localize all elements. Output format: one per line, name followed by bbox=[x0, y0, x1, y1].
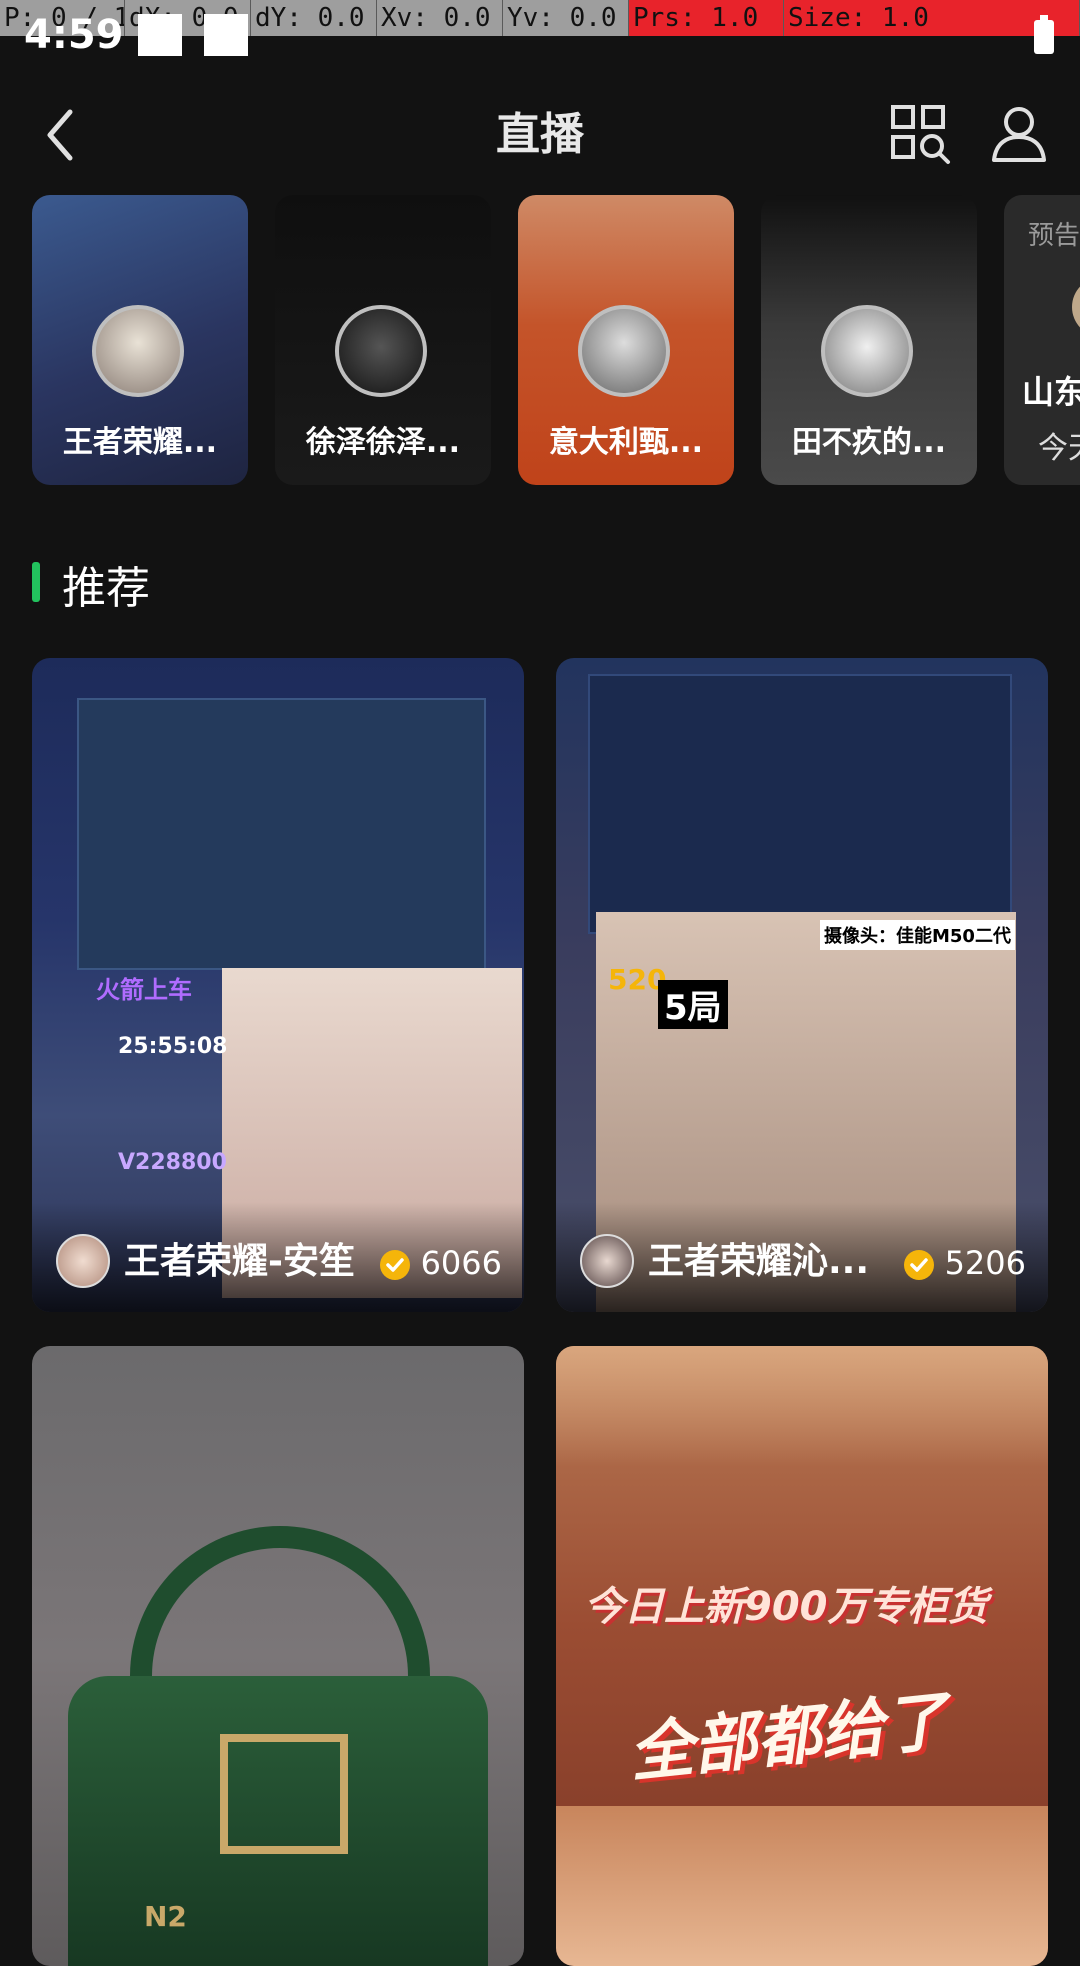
overlay-rounds: 5局 bbox=[658, 980, 728, 1029]
live-streamer-row: 王者荣耀... 徐泽徐泽... 意大利甄... 田不疚的... 预告 山东 今天 bbox=[0, 195, 1080, 485]
viewer-count: 5206 bbox=[944, 1244, 1026, 1282]
avatar bbox=[335, 305, 427, 397]
bag-buckle bbox=[220, 1734, 348, 1854]
store-floor bbox=[556, 1806, 1048, 1966]
profile-button[interactable] bbox=[986, 102, 1052, 168]
live-card-name: 徐泽徐泽... bbox=[305, 425, 461, 460]
preview-subtitle: 今天 bbox=[1038, 431, 1080, 466]
live-card-name: 王者荣耀... bbox=[62, 425, 218, 460]
debug-pressure: Prs: 1.0 bbox=[629, 0, 784, 36]
stream-card[interactable]: 摄像头：佳能M50二代 520 5局 王者荣耀沁... 5206 bbox=[556, 658, 1048, 1312]
avatar bbox=[580, 1234, 634, 1288]
debug-dy: dY: 0.0 bbox=[251, 0, 377, 36]
stream-card[interactable]: N2 bbox=[32, 1346, 524, 1966]
notification-icon bbox=[204, 14, 248, 56]
debug-xv: Xv: 0.0 bbox=[377, 0, 503, 36]
avatar bbox=[578, 305, 670, 397]
category-search-button[interactable] bbox=[888, 102, 954, 168]
preview-card[interactable]: 预告 山东 今天 bbox=[1004, 195, 1080, 485]
header: 直播 bbox=[0, 76, 1080, 186]
live-card-name: 田不疚的... bbox=[791, 425, 947, 460]
user-icon bbox=[992, 107, 1046, 162]
section-title: 推荐 bbox=[62, 563, 150, 614]
avatar bbox=[1072, 277, 1080, 337]
debug-yv: Yv: 0.0 bbox=[503, 0, 629, 36]
battery-icon bbox=[1034, 15, 1054, 54]
overlay-contact: V228800 bbox=[118, 1150, 227, 1175]
grid-search-icon bbox=[891, 105, 950, 164]
notification-icon bbox=[138, 14, 182, 56]
preview-tag: 预告 bbox=[1028, 221, 1080, 251]
live-card[interactable]: 王者荣耀... bbox=[32, 195, 248, 485]
viewer-count: 6066 bbox=[420, 1244, 502, 1282]
avatar bbox=[821, 305, 913, 397]
game-scoreboard bbox=[588, 674, 1012, 934]
status-time: 4:59 bbox=[24, 12, 124, 58]
streamer-name: 王者荣耀沁... bbox=[648, 1241, 870, 1282]
stream-card[interactable]: 火箭上车 25:55:08 V228800 王者荣耀-安笙 6066 bbox=[32, 658, 524, 1312]
overlay-text: 火箭上车 bbox=[96, 976, 192, 1004]
live-card-name: 意大利甄... bbox=[548, 425, 704, 460]
game-scoreboard bbox=[77, 698, 486, 970]
overlay-camera: 摄像头：佳能M50二代 bbox=[820, 920, 1015, 950]
verified-badge-icon bbox=[380, 1250, 410, 1280]
promo-text: 全部都给了 bbox=[625, 1684, 952, 1792]
avatar bbox=[56, 1234, 110, 1288]
avatar bbox=[92, 305, 184, 397]
brand-tag: N2 bbox=[144, 1900, 187, 1933]
live-card[interactable]: 田不疚的... bbox=[761, 195, 977, 485]
live-card[interactable]: 徐泽徐泽... bbox=[275, 195, 491, 485]
verified-badge-icon bbox=[904, 1250, 934, 1280]
stream-card[interactable]: 今日上新900万专柜货 全部都给了 bbox=[556, 1346, 1048, 1966]
overlay-timer: 25:55:08 bbox=[118, 1034, 228, 1059]
ceiling bbox=[556, 1346, 1048, 1466]
section-accent-bar bbox=[32, 562, 40, 602]
promo-text: 今日上新900万专柜货 bbox=[584, 1584, 988, 1630]
live-card[interactable]: 意大利甄... bbox=[518, 195, 734, 485]
preview-name: 山东 bbox=[1022, 373, 1080, 411]
streamer-name: 王者荣耀-安笙 bbox=[124, 1241, 355, 1282]
